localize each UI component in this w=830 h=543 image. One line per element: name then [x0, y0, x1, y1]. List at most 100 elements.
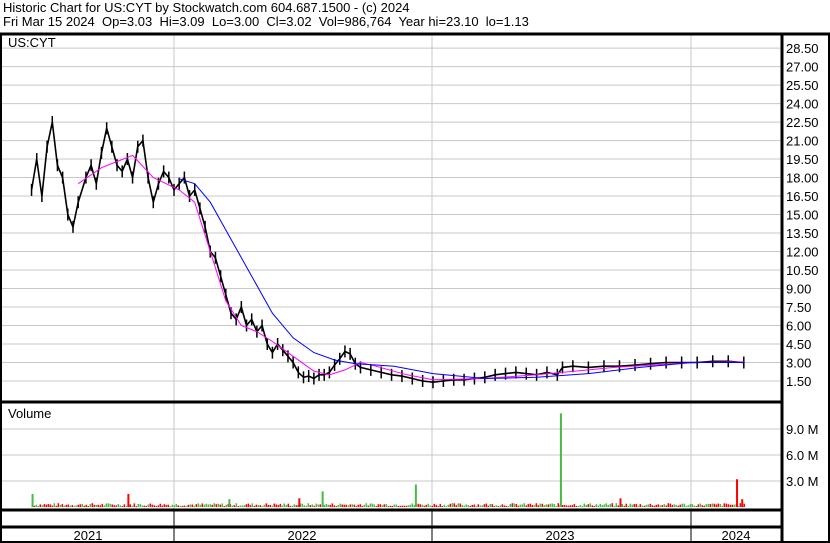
volume-bar: [87, 505, 90, 507]
volume-bar: [503, 505, 506, 507]
volume-bar: [367, 505, 370, 507]
volume-bar: [659, 505, 662, 507]
volume-bar: [117, 504, 120, 507]
volume-bar: [671, 504, 674, 507]
volume-bar: [375, 506, 378, 507]
volume-bar: [689, 504, 692, 507]
volume-bar: [511, 503, 514, 507]
volume-bar: [289, 505, 292, 507]
volume-bar: [611, 503, 614, 507]
volume-bar: [91, 503, 94, 507]
volume-bar: [637, 505, 640, 507]
volume-bar: [347, 505, 350, 507]
volume-bar: [695, 506, 698, 507]
volume-bar: [371, 503, 374, 507]
volume-bar: [281, 505, 284, 507]
volume-bar: [589, 503, 592, 507]
price-tick-label: 24.00: [786, 97, 819, 112]
volume-bar: [191, 504, 194, 507]
volume-bar: [667, 503, 670, 507]
volume-bar: [437, 506, 440, 507]
volume-bar: [333, 505, 336, 507]
volume-bar: [683, 503, 686, 507]
volume-bar: [301, 503, 304, 507]
volume-bar: [631, 504, 634, 507]
volume-bar: [175, 503, 178, 507]
volume-bar: [601, 505, 604, 507]
volume-bar: [173, 505, 176, 507]
volume-bar: [453, 503, 456, 507]
volume-bar: [159, 503, 162, 507]
volume-bar: [93, 504, 96, 507]
volume-bar: [119, 505, 122, 507]
volume-bar: [45, 504, 48, 507]
volume-bar: [705, 504, 708, 507]
volume-bar: [727, 504, 730, 507]
volume-bar: [65, 504, 68, 507]
volume-bar: [259, 505, 262, 507]
volume-bar: [475, 506, 478, 507]
volume-bar: [31, 493, 34, 507]
volume-bar: [501, 504, 504, 507]
price-tick-label: 4.50: [786, 337, 811, 352]
symbol-label: US:CYT: [8, 35, 56, 50]
volume-bar: [61, 504, 64, 507]
volume-bar: [39, 504, 42, 507]
volume-bar: [579, 505, 582, 507]
volume-bar: [195, 504, 198, 507]
price-tick-label: 28.50: [786, 41, 819, 56]
volume-bar: [115, 505, 118, 507]
volume-bar: [241, 505, 244, 507]
volume-bar: [627, 505, 630, 507]
volume-bar: [205, 503, 208, 507]
volume-bar: [298, 498, 301, 507]
volume-bar: [273, 503, 276, 507]
volume-bar: [251, 503, 254, 507]
volume-bar: [269, 504, 272, 507]
volume-bar: [713, 503, 716, 507]
volume-bar: [127, 493, 130, 507]
volume-bar: [43, 504, 46, 507]
volume-bar: [725, 503, 728, 507]
volume-bar: [383, 504, 386, 507]
volume-bar: [349, 504, 352, 507]
volume-bar: [399, 505, 402, 507]
volume-bar: [593, 505, 596, 507]
volume-bar: [179, 505, 182, 507]
volume-bar: [203, 504, 206, 507]
volume-bar: [225, 504, 228, 507]
volume-bar: [605, 503, 608, 507]
price-tick-label: 19.50: [786, 152, 819, 167]
volume-bar: [559, 413, 562, 507]
volume-bar: [541, 503, 544, 507]
volume-bar: [165, 504, 168, 507]
volume-bar: [515, 503, 518, 507]
volume-bar: [53, 503, 56, 507]
volume-bar: [549, 503, 552, 507]
volume-bar: [657, 504, 660, 507]
volume-bar: [487, 505, 490, 507]
volume-bar: [463, 505, 466, 507]
volume-bar: [663, 504, 666, 507]
volume-bar: [445, 506, 448, 507]
volume-bar: [639, 504, 642, 507]
volume-bar: [317, 504, 320, 507]
volume-bar: [49, 504, 52, 507]
volume-bar: [295, 505, 298, 507]
volume-bar: [123, 504, 126, 507]
volume-bar: [177, 505, 180, 507]
volume-bar: [51, 505, 54, 507]
volume-bar: [533, 505, 536, 507]
volume-bar: [409, 504, 412, 507]
volume-bar: [37, 505, 40, 507]
price-tick-label: 18.00: [786, 171, 819, 186]
volume-bar: [419, 504, 422, 507]
volume-bar: [363, 504, 366, 507]
volume-bar: [171, 504, 174, 507]
volume-bar: [543, 505, 546, 507]
volume-bar: [431, 505, 434, 507]
volume-bar: [553, 504, 556, 507]
volume-bar: [685, 505, 688, 507]
long-moving-average-line: [179, 178, 744, 380]
volume-bar: [397, 505, 400, 507]
